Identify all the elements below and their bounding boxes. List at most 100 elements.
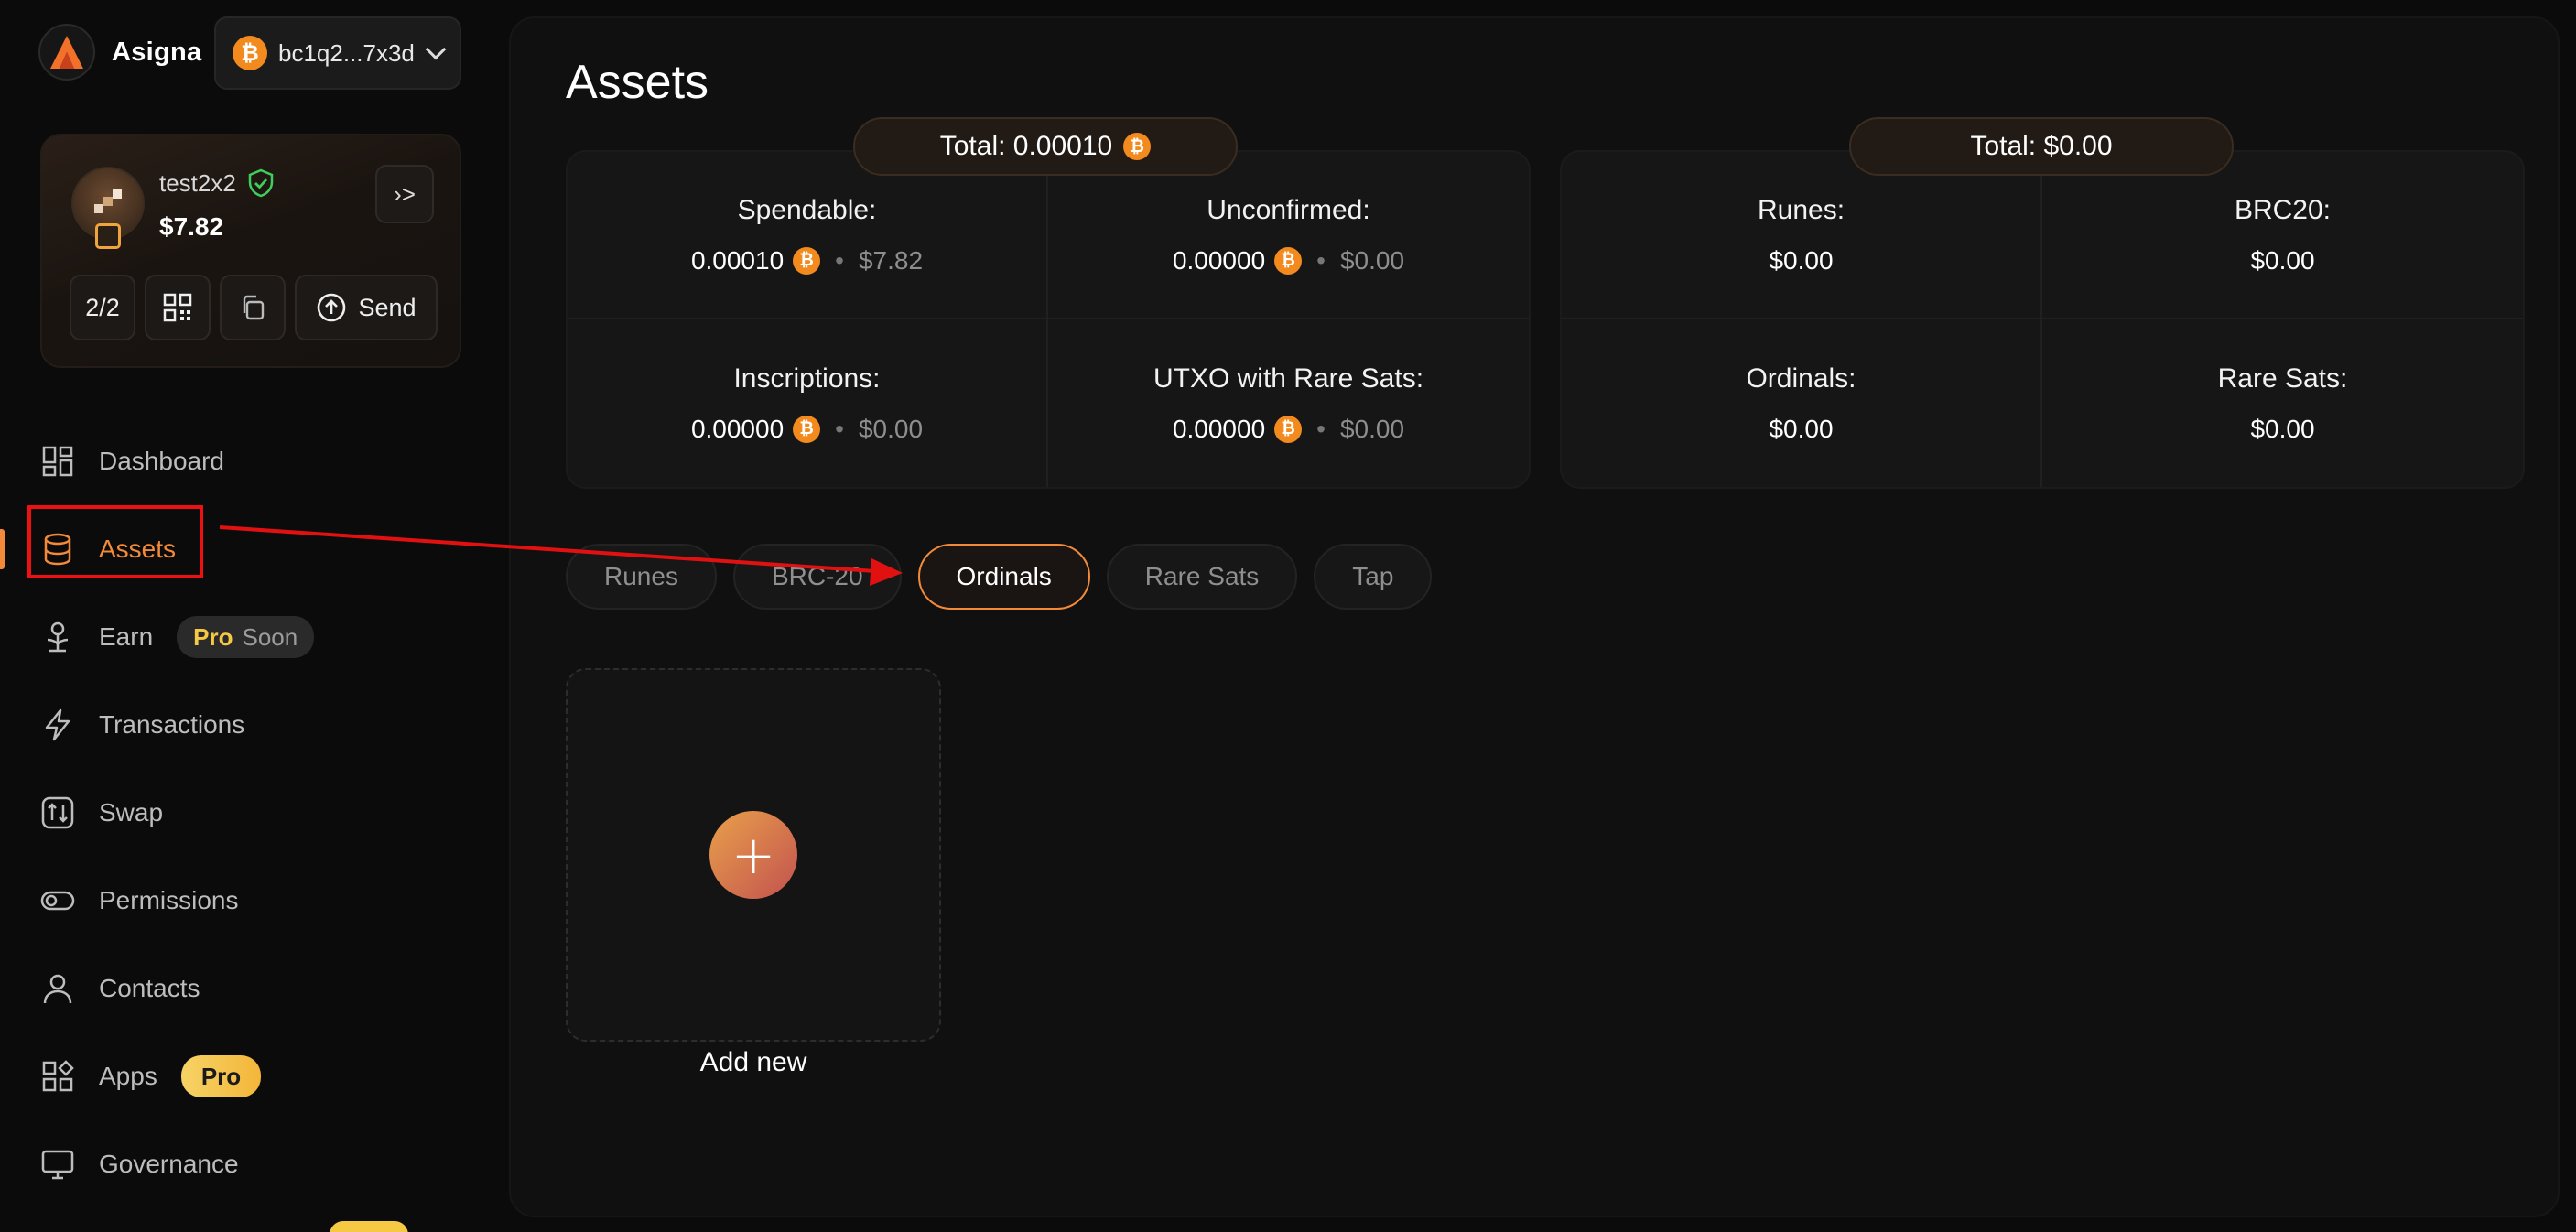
btc-amount: 0.00000 xyxy=(690,414,785,443)
sidebar-item-label: Swap xyxy=(99,798,164,827)
main-content: Assets Total: 0.00010 ₿ Total: $0.00 Spe… xyxy=(509,16,2560,1217)
sidebar-item-label: Permissions xyxy=(99,886,239,914)
sidebar-item-swap[interactable]: Swap xyxy=(0,769,494,857)
sidebar-item-apps[interactable]: Apps Pro xyxy=(0,1032,494,1120)
qr-code-button[interactable] xyxy=(145,275,211,340)
utxo-rare-sats-cell: UTXO with Rare Sats: 0.00000 ₿ • $0.00 xyxy=(1048,319,1529,487)
wallet-balance: $7.82 xyxy=(159,212,224,241)
sidebar-item-dashboard[interactable]: Dashboard xyxy=(0,417,494,505)
sidebar-item-label: Apps xyxy=(99,1062,157,1090)
btc-balances-panel: Spendable: 0.00010 ₿ • $7.82 Unconfirmed… xyxy=(566,150,1531,489)
chevron-down-icon xyxy=(425,38,447,60)
cell-label: Ordinals: xyxy=(1746,362,1856,394)
apps-grid-icon xyxy=(42,1060,74,1092)
usd-total-text: Total: $0.00 xyxy=(1970,131,2113,161)
brc20-cell: BRC20: $0.00 xyxy=(2042,152,2523,319)
cell-label: BRC20: xyxy=(2234,194,2332,225)
address-selector[interactable]: ₿ bc1q2...7x3d xyxy=(214,16,461,90)
tab-tap[interactable]: Tap xyxy=(1314,544,1433,610)
add-new-card[interactable]: + xyxy=(566,668,941,1042)
rare-sats-cell: Rare Sats: $0.00 xyxy=(2042,319,2523,487)
sidebar-item-label: Contacts xyxy=(99,974,200,1002)
sidebar-item-contacts[interactable]: Contacts xyxy=(0,945,494,1032)
runes-cell: Runes: $0.00 xyxy=(1562,152,2042,319)
dashboard-icon xyxy=(42,446,73,477)
tab-ordinals[interactable]: Ordinals xyxy=(917,544,1090,610)
monitor-icon xyxy=(41,1150,74,1180)
usd-amount: $0.00 xyxy=(2250,245,2315,275)
wallet-name: test2x2 xyxy=(159,168,236,197)
sidebar-item-label: Transactions xyxy=(99,710,245,739)
unconfirmed-cell: Unconfirmed: 0.00000 ₿ • $0.00 xyxy=(1048,152,1529,319)
soon-label: Soon xyxy=(242,622,298,651)
ordinals-cell: Ordinals: $0.00 xyxy=(1562,319,2042,487)
cell-label: Spendable: xyxy=(737,194,877,225)
partial-badge xyxy=(330,1221,408,1232)
expand-wallet-button[interactable]: ›> xyxy=(375,165,434,223)
copy-address-button[interactable] xyxy=(220,275,286,340)
bitcoin-icon: ₿ xyxy=(793,415,821,443)
signers-button[interactable]: 2/2 xyxy=(70,275,135,340)
page-title: Assets xyxy=(566,56,709,109)
bitcoin-icon: ₿ xyxy=(233,36,267,70)
usd-total-pill: Total: $0.00 xyxy=(1849,117,2234,176)
cell-label: Runes: xyxy=(1757,194,1845,225)
sidebar-item-governance[interactable]: Governance xyxy=(0,1120,494,1208)
tab-rare-sats[interactable]: Rare Sats xyxy=(1106,544,1298,610)
usd-amount: $0.00 xyxy=(2250,414,2315,443)
app-logo[interactable]: Asigna xyxy=(38,24,202,81)
sidebar-item-label: Assets xyxy=(99,535,177,563)
spendable-cell: Spendable: 0.00010 ₿ • $7.82 xyxy=(568,152,1048,319)
token-balances-panel: Runes: $0.00 BRC20: $0.00 Ordinals: $0.0… xyxy=(1560,150,2525,489)
cell-label: Unconfirmed: xyxy=(1207,194,1370,225)
user-icon xyxy=(43,974,72,1004)
tab-runes[interactable]: Runes xyxy=(566,544,717,610)
sidebar-item-earn[interactable]: Earn Pro Soon xyxy=(0,593,494,681)
verified-shield-icon xyxy=(248,168,274,198)
separator-dot: • xyxy=(835,245,844,275)
add-new-label: Add new xyxy=(699,1047,807,1077)
separator-dot: • xyxy=(835,414,844,443)
bitcoin-icon: ₿ xyxy=(1274,415,1303,443)
btc-amount: 0.00000 xyxy=(1172,414,1266,443)
usd-amount: $0.00 xyxy=(1769,245,1834,275)
btc-amount: 0.00000 xyxy=(1172,245,1266,275)
usd-amount: $0.00 xyxy=(1339,245,1405,275)
asigna-logo-icon xyxy=(38,24,95,81)
pro-badge: Pro xyxy=(180,1055,262,1097)
expand-icon: ›> xyxy=(394,179,416,208)
address-text: bc1q2...7x3d xyxy=(278,38,415,67)
sidebar-item-transactions[interactable]: Transactions xyxy=(0,681,494,769)
database-icon xyxy=(44,533,71,566)
bitcoin-icon: ₿ xyxy=(793,246,821,275)
usd-amount: $0.00 xyxy=(858,414,924,443)
tab-brc-20[interactable]: BRC-20 xyxy=(732,544,902,610)
bitcoin-icon: ₿ xyxy=(1123,133,1152,160)
pro-soon-badge: Pro Soon xyxy=(177,616,315,658)
plus-icon: + xyxy=(709,811,797,899)
usd-amount: $7.82 xyxy=(858,245,924,275)
qr-code-icon xyxy=(163,293,192,322)
cell-label: Rare Sats: xyxy=(2217,362,2348,394)
pro-label: Pro xyxy=(193,622,233,651)
bitcoin-icon: ₿ xyxy=(1274,246,1303,275)
sidebar: Asigna ₿ bc1q2...7x3d test2x2 $7.82 ›> 2… xyxy=(0,0,494,1232)
separator-dot: • xyxy=(1316,414,1326,443)
sidebar-nav: Dashboard Assets Earn Pro Soon Transacti… xyxy=(0,417,494,1208)
cell-label: Inscriptions: xyxy=(733,362,881,394)
sidebar-item-permissions[interactable]: Permissions xyxy=(0,857,494,945)
btc-total-pill: Total: 0.00010 ₿ xyxy=(853,117,1238,176)
copy-icon xyxy=(243,295,265,320)
sidebar-item-assets[interactable]: Assets xyxy=(0,505,494,593)
toggle-icon xyxy=(40,891,75,911)
usd-amount: $0.00 xyxy=(1339,414,1405,443)
btc-total-text: Total: 0.00010 xyxy=(939,131,1113,161)
separator-dot: • xyxy=(1316,245,1326,275)
send-button[interactable]: Send xyxy=(295,275,438,340)
swap-icon xyxy=(41,796,74,829)
sprout-coin-icon xyxy=(47,621,69,653)
arrow-up-circle-icon xyxy=(318,293,346,322)
usd-amount: $0.00 xyxy=(1769,414,1834,443)
chip-icon xyxy=(95,223,121,249)
lightning-icon xyxy=(45,708,70,741)
